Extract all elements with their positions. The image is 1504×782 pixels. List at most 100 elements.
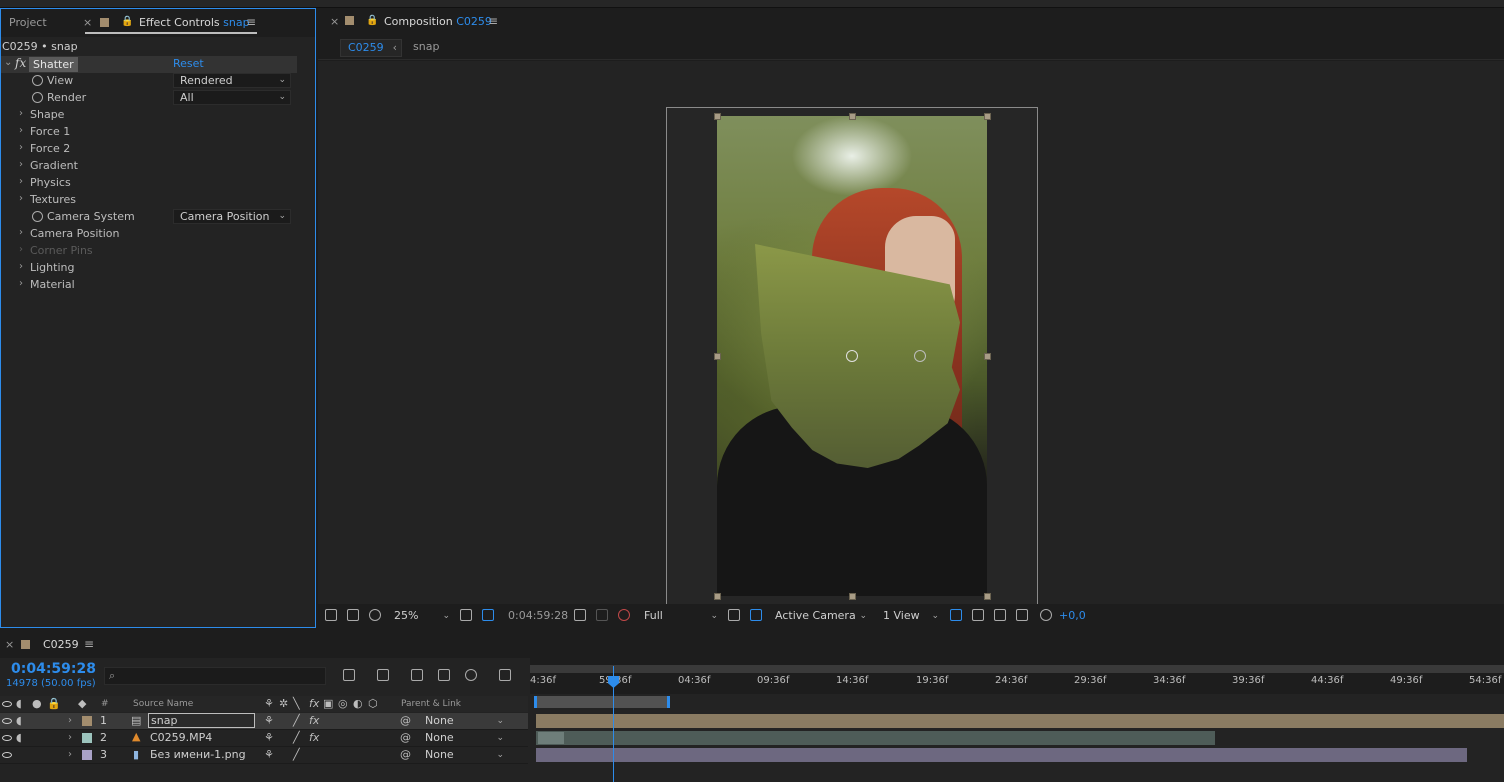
chevron-right-icon[interactable]: › [68,732,72,743]
motion-blur-icon[interactable] [465,669,477,681]
camera-system-dropdown[interactable]: Camera Position ⌄ [173,209,291,224]
3d-layer-icon[interactable]: ⬡ [368,697,378,710]
adjustment-icon[interactable]: ◐ [353,697,363,710]
eye-icon[interactable] [2,752,12,758]
quality-switch-icon[interactable]: ╱ [293,714,300,727]
tab-effect-controls[interactable]: Effect Controls snap [139,16,250,29]
transform-handle[interactable] [984,593,991,600]
reset-exposure-icon[interactable] [1040,609,1052,621]
zoom-dropdown[interactable]: 25% ⌄ [390,607,452,625]
chevron-right-icon[interactable]: › [19,108,23,119]
parent-dropdown[interactable]: None ⌄ [421,747,507,763]
audio-icon[interactable]: ◖ [16,714,22,727]
comp-breadcrumb-chip[interactable]: C0259 ‹ [340,39,402,57]
property-group-physics[interactable]: › Physics [1,175,297,192]
close-icon[interactable]: × [330,15,339,28]
eye-icon[interactable] [2,735,12,741]
layer-bar-png[interactable] [536,748,1467,762]
render-dropdown[interactable]: All ⌄ [173,90,291,105]
property-render[interactable]: Render All ⌄ [1,90,297,107]
fx-icon[interactable]: fx [15,56,26,70]
property-group-gradient[interactable]: › Gradient [1,158,297,175]
lock-icon[interactable]: 🔒 [366,15,378,26]
comp-breadcrumb-layer[interactable]: snap [413,40,439,53]
effect-point-icon[interactable] [914,350,926,362]
layer-name[interactable]: Без имени-1.png [150,748,246,761]
transparency-grid-icon[interactable] [750,609,762,621]
anchor-point-icon[interactable] [846,350,858,362]
shy-layers-icon[interactable] [411,669,423,681]
layer-bar-c0259[interactable] [536,731,1215,745]
property-view[interactable]: View Rendered ⌄ [1,73,297,90]
lock-icon[interactable]: 🔒 [47,697,61,710]
transform-handle[interactable] [984,113,991,120]
timeline-icon[interactable] [994,609,1006,621]
parent-dropdown[interactable]: None ⌄ [421,730,507,746]
label-icon[interactable]: ◆ [78,697,86,710]
col-parent-link[interactable]: Parent & Link [401,699,461,709]
panel-menu-icon[interactable]: ≡ [84,637,94,651]
chevron-right-icon[interactable]: › [19,159,23,170]
panel-menu-icon[interactable]: ≡ [488,14,498,28]
property-group-material[interactable]: › Material [1,277,297,294]
reset-button[interactable]: Reset [173,57,204,70]
chevron-right-icon[interactable]: › [19,278,23,289]
layer-color-swatch[interactable] [82,716,92,726]
transform-handle[interactable] [714,593,721,600]
current-timecode[interactable]: 0:04:59:28 [11,661,96,677]
layer-color-swatch[interactable] [82,750,92,760]
eye-icon[interactable] [2,718,12,724]
views-dropdown[interactable]: 1 View ⌄ [879,607,941,625]
transform-handle[interactable] [849,593,856,600]
vr-icon[interactable] [369,609,381,621]
camera-snapshot-icon[interactable] [574,609,586,621]
fx-column-icon[interactable]: fx [309,697,319,710]
chevron-right-icon[interactable]: › [68,749,72,760]
property-group-textures[interactable]: › Textures [1,192,297,209]
shy-icon[interactable]: ⚘ [264,731,274,744]
stopwatch-icon[interactable] [32,92,43,103]
region-of-interest-icon[interactable] [728,609,740,621]
layer-bar-snap[interactable] [536,714,1504,728]
chevron-right-icon[interactable]: › [19,176,23,187]
quality-icon[interactable]: ╲ [293,697,300,710]
chevron-right-icon[interactable]: › [68,715,72,726]
audio-icon[interactable]: ◖ [16,697,22,710]
view-dropdown[interactable]: Rendered ⌄ [173,73,291,88]
chevron-right-icon[interactable]: › [19,227,23,238]
layer-name[interactable]: C0259.MP4 [150,731,212,744]
property-group-force-2[interactable]: › Force 2 [1,141,297,158]
viewer-timecode[interactable]: 0:04:59:28 [508,609,568,622]
property-group-shape[interactable]: › Shape [1,107,297,124]
camera-dropdown[interactable]: Active Camera ⌄ [771,607,869,625]
parent-dropdown[interactable]: None ⌄ [421,713,507,729]
close-icon[interactable]: × [83,16,92,29]
audio-icon[interactable]: ◖ [16,731,22,744]
fast-previews-icon[interactable] [972,609,984,621]
fx-switch-icon[interactable]: fx [309,731,319,744]
mask-icon[interactable] [482,609,494,621]
tab-composition[interactable]: Composition C0259 [384,15,492,28]
monitor-icon[interactable] [347,609,359,621]
quality-switch-icon[interactable]: ╱ [293,748,300,761]
property-group-force-1[interactable]: › Force 1 [1,124,297,141]
fx-switch-icon[interactable]: fx [309,714,319,727]
layer-name-input[interactable]: snap [148,713,255,728]
comp-mini-flowchart-icon[interactable] [343,669,355,681]
layer-color-swatch[interactable] [82,733,92,743]
color-channels-icon[interactable] [618,609,630,621]
quality-switch-icon[interactable]: ╱ [293,731,300,744]
layer-row[interactable]: ◖ › 1 ▤ snap ⚘ ╱ fx @ None ⌄ [0,713,528,730]
time-ruler[interactable]: 4:36f 59:36f 04:36f 09:36f 14:36f 19:36f… [530,658,1504,694]
always-preview-icon[interactable] [325,609,337,621]
shy-icon[interactable]: ⚘ [264,714,274,727]
lock-icon[interactable]: 🔒 [121,16,133,27]
eye-icon[interactable] [2,701,12,707]
motion-blur-col-icon[interactable]: ◎ [338,697,348,710]
fit-icon[interactable] [460,609,472,621]
transform-handle[interactable] [714,113,721,120]
toggle-pixel-aspect-icon[interactable] [950,609,962,621]
resolution-dropdown[interactable]: Full ⌄ [640,607,720,625]
shy-icon[interactable]: ⚘ [264,697,274,710]
chevron-down-icon[interactable]: ⌄ [4,57,12,68]
